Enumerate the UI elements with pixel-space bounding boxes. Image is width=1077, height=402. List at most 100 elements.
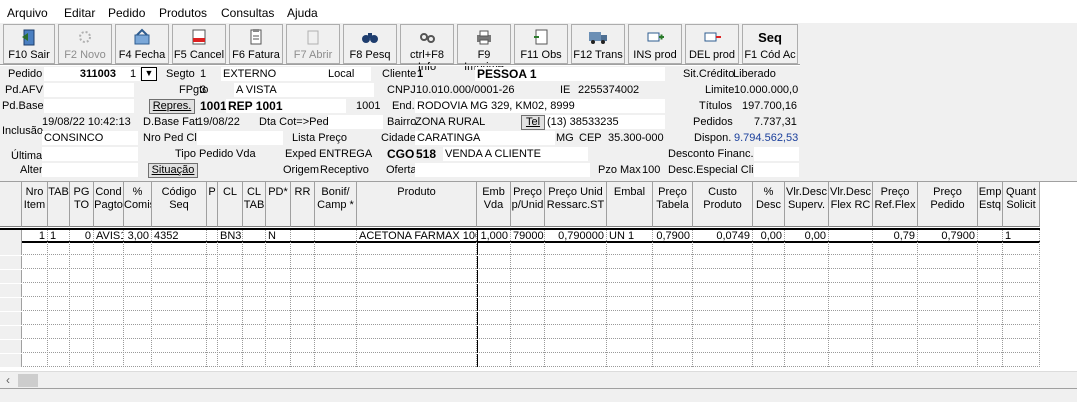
table-row[interactable] — [0, 242, 1040, 255]
table-cell[interactable] — [785, 284, 829, 297]
table-cell[interactable] — [477, 270, 511, 283]
descespecial-field[interactable] — [754, 163, 799, 177]
table-cell[interactable] — [94, 354, 124, 367]
table-cell[interactable] — [607, 312, 653, 325]
table-cell[interactable] — [315, 270, 357, 283]
table-cell[interactable] — [693, 312, 753, 325]
table-cell[interactable] — [315, 312, 357, 325]
table-cell[interactable] — [70, 340, 94, 353]
grid-header-col-16[interactable]: Preço Unid Ressarc.ST — [545, 182, 607, 227]
grid-header-col-2[interactable]: TAB — [48, 182, 70, 227]
table-cell[interactable] — [607, 354, 653, 367]
table-cell[interactable] — [978, 340, 1003, 353]
grid-header-col-8[interactable]: CL — [218, 182, 243, 227]
table-cell[interactable] — [315, 242, 357, 255]
table-cell[interactable] — [218, 284, 243, 297]
table-cell[interactable] — [653, 284, 693, 297]
table-cell[interactable] — [152, 256, 207, 269]
table-cell[interactable] — [22, 354, 48, 367]
table-cell[interactable] — [124, 284, 152, 297]
menu-editar[interactable]: Editar — [64, 6, 95, 20]
pedido-field[interactable]: 311003 — [44, 67, 130, 81]
table-cell[interactable] — [152, 284, 207, 297]
table-cell[interactable] — [829, 312, 873, 325]
table-cell[interactable] — [693, 326, 753, 339]
table-cell[interactable] — [785, 242, 829, 255]
table-cell[interactable] — [829, 340, 873, 353]
table-cell[interactable] — [124, 298, 152, 311]
table-cell[interactable] — [207, 312, 218, 325]
table-cell[interactable] — [978, 242, 1003, 255]
cgo-field[interactable]: VENDA A CLIENTE — [443, 147, 588, 161]
table-cell[interactable] — [653, 340, 693, 353]
grid-header-col-5[interactable]: % Comis — [124, 182, 152, 227]
table-cell[interactable] — [918, 354, 978, 367]
table-cell[interactable] — [357, 326, 477, 339]
table-cell[interactable] — [511, 312, 545, 325]
table-cell[interactable] — [693, 284, 753, 297]
table-cell[interactable] — [124, 312, 152, 325]
table-cell[interactable] — [243, 354, 266, 367]
grid-header-col-6[interactable]: Código Seq — [152, 182, 207, 227]
table-cell[interactable] — [545, 340, 607, 353]
grid-header-col-3[interactable]: PG TO — [70, 182, 94, 227]
table-cell[interactable] — [152, 312, 207, 325]
table-row[interactable] — [0, 270, 1040, 283]
search-button[interactable]: F8 Pesq — [343, 24, 397, 64]
grid-header-col-26[interactable]: Quant Solicit — [1003, 182, 1040, 227]
table-cell[interactable] — [94, 256, 124, 269]
table-cell[interactable] — [511, 298, 545, 311]
grid-header-col-17[interactable]: Embal — [607, 182, 653, 227]
grid-header-col-1[interactable]: Nro Item — [22, 182, 48, 227]
table-cell[interactable] — [291, 326, 315, 339]
table-cell[interactable] — [607, 298, 653, 311]
table-cell[interactable] — [266, 312, 291, 325]
table-cell[interactable] — [753, 298, 785, 311]
grid-header-col-25[interactable]: Emp Estq — [978, 182, 1003, 227]
table-cell[interactable] — [48, 340, 70, 353]
table-cell[interactable] — [291, 284, 315, 297]
table-cell[interactable] — [243, 326, 266, 339]
items-grid[interactable]: Nro ItemTABPG TOCond Pagto% ComisCódigo … — [0, 181, 1077, 371]
table-cell[interactable] — [511, 242, 545, 255]
table-cell[interactable] — [1003, 242, 1040, 255]
table-cell[interactable] — [48, 256, 70, 269]
scroll-thumb[interactable] — [18, 374, 38, 387]
table-cell[interactable] — [70, 326, 94, 339]
table-cell[interactable] — [873, 340, 918, 353]
table-cell[interactable] — [873, 354, 918, 367]
table-cell[interactable] — [22, 340, 48, 353]
table-cell[interactable] — [918, 298, 978, 311]
table-cell[interactable] — [243, 270, 266, 283]
table-cell[interactable] — [48, 270, 70, 283]
table-cell[interactable] — [545, 284, 607, 297]
table-cell[interactable] — [545, 256, 607, 269]
table-cell[interactable] — [70, 256, 94, 269]
table-cell[interactable] — [753, 326, 785, 339]
table-cell[interactable] — [266, 354, 291, 367]
table-cell[interactable] — [829, 326, 873, 339]
table-cell[interactable] — [207, 256, 218, 269]
grid-header-col-12[interactable]: Bonif/ Camp * — [315, 182, 357, 227]
table-cell[interactable] — [48, 298, 70, 311]
tel-button[interactable]: Tel — [521, 115, 545, 130]
table-cell[interactable] — [1003, 270, 1040, 283]
table-cell[interactable] — [829, 354, 873, 367]
table-cell[interactable] — [124, 354, 152, 367]
table-cell[interactable] — [545, 270, 607, 283]
table-cell[interactable] — [1003, 298, 1040, 311]
table-cell[interactable] — [829, 298, 873, 311]
table-cell[interactable] — [873, 326, 918, 339]
table-cell[interactable] — [94, 298, 124, 311]
dtacot-field[interactable] — [328, 115, 383, 129]
grid-header-col-22[interactable]: Vlr.Desc Flex RC — [829, 182, 873, 227]
table-cell[interactable] — [653, 326, 693, 339]
table-cell[interactable] — [243, 284, 266, 297]
table-cell[interactable] — [873, 284, 918, 297]
table-cell[interactable] — [785, 312, 829, 325]
print-button[interactable]: F9 Imprime — [457, 24, 511, 73]
table-cell[interactable] — [315, 298, 357, 311]
inclusao-user-field[interactable]: CONSINCO — [42, 131, 138, 145]
table-cell[interactable] — [829, 256, 873, 269]
table-cell[interactable] — [918, 284, 978, 297]
